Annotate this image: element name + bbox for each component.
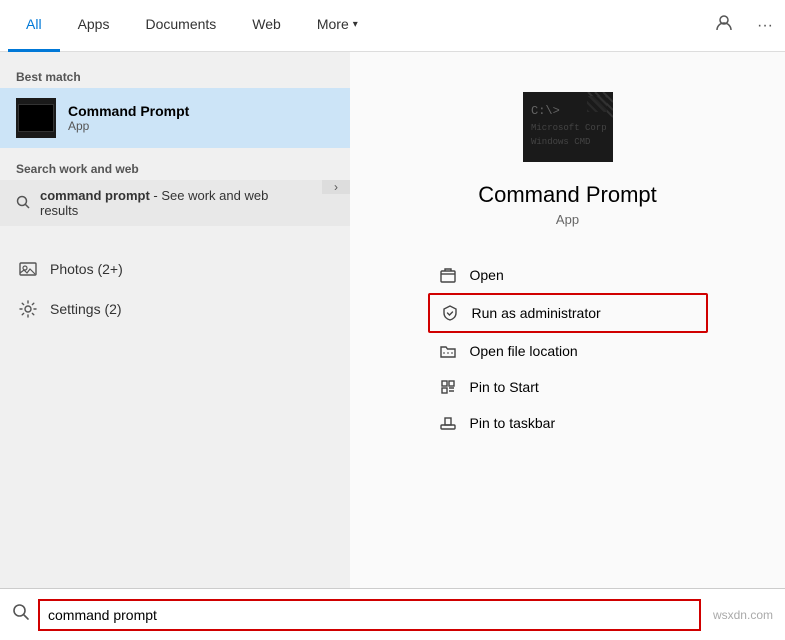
tab-web-label: Web [252, 16, 281, 32]
svg-text:C:\>: C:\> [531, 104, 560, 118]
app-preview-icon: C:\> Microsoft Corp Windows CMD [523, 92, 613, 162]
search-work-web-label: Search work and web [0, 156, 350, 180]
best-match-title: Command Prompt [68, 103, 189, 119]
tab-documents-label: Documents [145, 16, 216, 32]
best-match-subtitle: App [68, 119, 189, 133]
tab-more-label: More [317, 16, 349, 32]
tab-web[interactable]: Web [234, 0, 299, 52]
photos-item[interactable]: Photos (2+) [0, 249, 350, 289]
photos-icon [16, 257, 40, 281]
search-query-bold: command prompt [40, 188, 150, 203]
search-web-section: Search work and web command prompt - See… [0, 156, 350, 226]
settings-section: Settings (2) [0, 289, 350, 329]
search-web-text: command prompt - See work and web result… [40, 188, 306, 218]
svg-text:Microsoft Corp: Microsoft Corp [531, 123, 607, 133]
action-list: Open Run as administrator [428, 257, 708, 441]
left-panel: Best match Command Prompt App Search wor… [0, 52, 350, 588]
action-open-location[interactable]: Open file location [428, 333, 708, 369]
tab-documents[interactable]: Documents [127, 0, 234, 52]
search-web-arrow-button[interactable]: › [322, 180, 350, 194]
action-open-label: Open [470, 267, 504, 283]
open-icon [438, 265, 458, 285]
action-pin-taskbar[interactable]: Pin to taskbar [428, 405, 708, 441]
action-pin-taskbar-label: Pin to taskbar [470, 415, 556, 431]
bottom-search-icon [12, 603, 30, 626]
top-navigation: All Apps Documents Web More ▾ ··· [0, 0, 785, 52]
action-run-admin[interactable]: Run as administrator [428, 293, 708, 333]
more-options-icon[interactable]: ··· [753, 13, 777, 39]
tab-apps-label: Apps [78, 16, 110, 32]
tab-all-label: All [26, 16, 42, 32]
cmd-icon-inner [18, 104, 54, 132]
app-title-large: Command Prompt [478, 182, 657, 208]
search-web-row: command prompt - See work and web result… [0, 180, 350, 226]
settings-item[interactable]: Settings (2) [0, 289, 350, 329]
bottom-search-bar: wsxdn.com [0, 588, 785, 640]
photos-label: Photos (2+) [50, 261, 123, 277]
action-pin-start[interactable]: Pin to Start [428, 369, 708, 405]
settings-icon [16, 297, 40, 321]
search-input[interactable] [38, 599, 701, 631]
folder-icon [438, 341, 458, 361]
brand-label: wsxdn.com [713, 608, 773, 622]
search-icon [16, 195, 30, 212]
best-match-text: Command Prompt App [68, 103, 189, 133]
action-run-admin-label: Run as administrator [472, 305, 601, 321]
tab-all[interactable]: All [8, 0, 60, 52]
best-match-label: Best match [0, 64, 350, 88]
settings-label: Settings (2) [50, 301, 122, 317]
tab-more[interactable]: More ▾ [299, 0, 376, 52]
action-open-location-label: Open file location [470, 343, 578, 359]
app-icon [16, 98, 56, 138]
app-type-label: App [556, 212, 579, 227]
best-match-item[interactable]: Command Prompt App [0, 88, 350, 148]
right-panel: C:\> Microsoft Corp Windows CMD Command … [350, 52, 785, 588]
svg-text:Windows CMD: Windows CMD [531, 137, 590, 147]
pin-start-icon [438, 377, 458, 397]
nav-right-icons: ··· [711, 10, 777, 41]
chevron-down-icon: ▾ [353, 19, 358, 30]
action-pin-start-label: Pin to Start [470, 379, 539, 395]
main-container: Best match Command Prompt App Search wor… [0, 52, 785, 588]
pin-taskbar-icon [438, 413, 458, 433]
person-icon[interactable] [711, 10, 737, 41]
action-open[interactable]: Open [428, 257, 708, 293]
photos-section-dummy: . [0, 238, 350, 249]
search-web-item[interactable]: command prompt - See work and web result… [0, 180, 322, 226]
shield-icon [440, 303, 460, 323]
photos-section: . Photos (2+) [0, 238, 350, 289]
tab-apps[interactable]: Apps [60, 0, 128, 52]
